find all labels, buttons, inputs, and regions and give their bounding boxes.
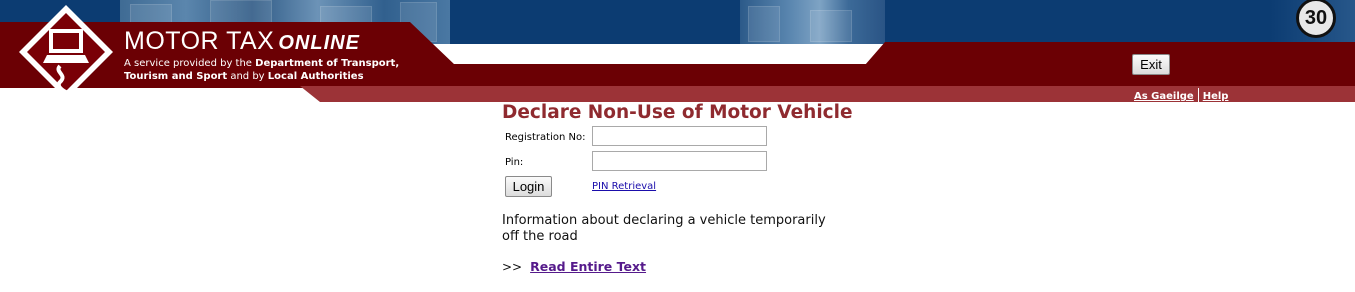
read-entire-text-link[interactable]: Read Entire Text xyxy=(530,259,646,274)
motor-tax-logo-icon[interactable] xyxy=(16,2,116,102)
brand-title: MOTOR TAX ONLINE xyxy=(124,27,360,56)
pin-input[interactable] xyxy=(592,151,767,171)
brand-title-main: MOTOR TAX xyxy=(124,27,275,55)
main-content: Declare Non-Use of Motor Vehicle Registr… xyxy=(502,102,862,274)
pin-label: Pin: xyxy=(505,157,524,168)
header-links: As Gaeilge Help xyxy=(1134,88,1228,102)
registration-row: Registration No: xyxy=(502,126,862,151)
site-header: MOTOR TAX ONLINE A service provided by th… xyxy=(0,0,1355,102)
subtitle-local-authorities: Local Authorities xyxy=(267,71,364,82)
registration-input[interactable] xyxy=(592,126,767,146)
subtitle-mid: and by xyxy=(227,71,268,82)
as-gaeilge-link[interactable]: As Gaeilge xyxy=(1134,91,1194,102)
pin-row: Pin: xyxy=(502,151,862,176)
help-link[interactable]: Help xyxy=(1203,91,1229,102)
link-divider xyxy=(1197,88,1199,102)
pin-retrieval-link[interactable]: PIN Retrieval xyxy=(592,181,656,192)
info-text: Information about declaring a vehicle te… xyxy=(502,213,826,244)
subtitle-prefix: A service provided by the xyxy=(124,58,256,69)
registration-label: Registration No: xyxy=(505,132,586,143)
read-more-arrows: >> xyxy=(502,260,523,274)
exit-button[interactable]: Exit xyxy=(1132,54,1170,75)
brand-subtitle: A service provided by the Department of … xyxy=(124,57,424,83)
login-row: Login PIN Retrieval xyxy=(502,176,862,201)
login-button[interactable]: Login xyxy=(505,176,552,197)
header-photo-strip-right xyxy=(740,0,885,44)
page-title: Declare Non-Use of Motor Vehicle xyxy=(502,102,853,123)
read-more-row: >> Read Entire Text xyxy=(502,259,646,274)
brand-title-online: ONLINE xyxy=(278,32,360,54)
